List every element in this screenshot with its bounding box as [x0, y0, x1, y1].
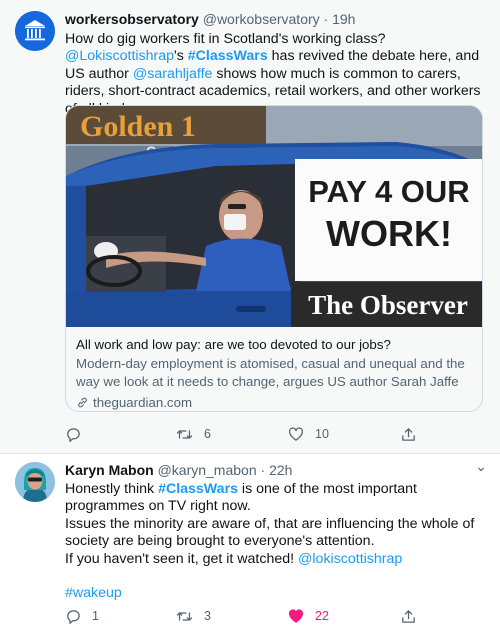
share-icon — [402, 609, 415, 623]
card-description: Modern-day employment is atomised, casua… — [76, 356, 465, 389]
tweet-text: Honestly think #ClassWars is one of the … — [65, 481, 488, 603]
reply-icon — [67, 609, 80, 624]
handle[interactable]: @karyn_mabon — [158, 462, 257, 478]
text-line: Issues the minority are aware of, that a… — [65, 515, 475, 550]
text-segment: If you haven't seen it, get it watched! — [65, 550, 298, 567]
like-button[interactable]: 22 — [287, 606, 329, 626]
avatar[interactable] — [15, 462, 55, 502]
handle[interactable]: @workobservatory — [203, 11, 320, 27]
retweet-button[interactable]: 6 — [175, 424, 211, 444]
reply-button[interactable]: 1 — [65, 606, 99, 626]
text-line: If you haven't seen it, get it watched! … — [65, 551, 488, 568]
share-icon — [402, 427, 415, 441]
avatar-logo-icon — [15, 11, 55, 51]
tweet-actions: 6 10 — [65, 424, 435, 444]
mention-link[interactable]: @sarahljaffe — [133, 66, 213, 82]
card-image[interactable]: Golden 1 Credit — [66, 106, 482, 327]
avatar-photo-icon — [15, 462, 55, 502]
like-count: 22 — [315, 609, 329, 623]
text-segment: Honestly think — [65, 481, 159, 497]
like-icon — [288, 426, 304, 441]
tweet-header: workersobservatory @workobservatory · 19… — [65, 10, 490, 28]
observer-watermark: The Observer — [308, 290, 468, 320]
protest-sign-line2: WORK! — [326, 213, 452, 254]
link-icon — [78, 397, 87, 408]
card-title[interactable]: All work and low pay: are we too devoted… — [76, 336, 472, 353]
text-line: #wakeup — [65, 585, 488, 602]
reply-icon — [67, 427, 80, 442]
timestamp[interactable]: · 22h — [261, 462, 293, 478]
text-segment: How do gig workers fit in Scotland's wor… — [65, 31, 386, 47]
more-icon[interactable]: ⌄ — [475, 458, 488, 475]
text-segment: 's — [174, 48, 188, 65]
mention-link[interactable]: @Lokiscottishrap — [65, 48, 174, 64]
hashtag-link[interactable]: #wakeup — [65, 585, 122, 601]
display-name[interactable]: Karyn Mabon — [65, 462, 154, 478]
protest-sign-line1: PAY 4 OUR — [308, 174, 469, 209]
retweet-icon — [176, 611, 193, 621]
tweet-actions: 1 3 22 — [65, 606, 435, 626]
car-protest-photo: Golden 1 Credit — [66, 106, 482, 327]
card-domain[interactable]: theguardian.com — [76, 394, 472, 411]
retweet-icon — [176, 429, 193, 439]
like-icon — [288, 608, 304, 623]
link-card[interactable]: Golden 1 Credit — [65, 105, 483, 412]
retweet-button[interactable]: 3 — [175, 606, 211, 626]
hashtag-link[interactable]: #ClassWars — [188, 48, 268, 64]
storefront-sign: Golden 1 — [80, 110, 196, 143]
retweet-count: 3 — [204, 609, 211, 623]
share-button[interactable] — [400, 424, 417, 444]
reply-button[interactable] — [65, 424, 92, 444]
tweet-workersobservatory[interactable]: workersobservatory @workobservatory · 19… — [0, 0, 500, 453]
like-count: 10 — [315, 427, 329, 441]
hashtag-link[interactable]: #ClassWars — [158, 481, 238, 497]
mention-link[interactable]: @lokiscottishrap — [298, 551, 402, 567]
share-button[interactable] — [400, 606, 417, 626]
tweet-header: Karyn Mabon @karyn_mabon · 22h — [65, 461, 490, 479]
like-button[interactable]: 10 — [287, 424, 329, 444]
card-body[interactable]: All work and low pay: are we too devoted… — [76, 336, 472, 411]
text-line: Honestly think #ClassWars is one of the … — [65, 481, 488, 516]
avatar[interactable] — [15, 11, 55, 51]
retweet-count: 6 — [204, 427, 211, 441]
reply-count: 1 — [92, 609, 99, 623]
tweet-karyn-mabon[interactable]: Karyn Mabon @karyn_mabon · 22h ⌄ Honestl… — [0, 454, 500, 633]
display-name[interactable]: workersobservatory — [65, 11, 199, 27]
card-domain-text[interactable]: theguardian.com — [93, 394, 192, 411]
timestamp[interactable]: · 19h — [324, 11, 356, 27]
